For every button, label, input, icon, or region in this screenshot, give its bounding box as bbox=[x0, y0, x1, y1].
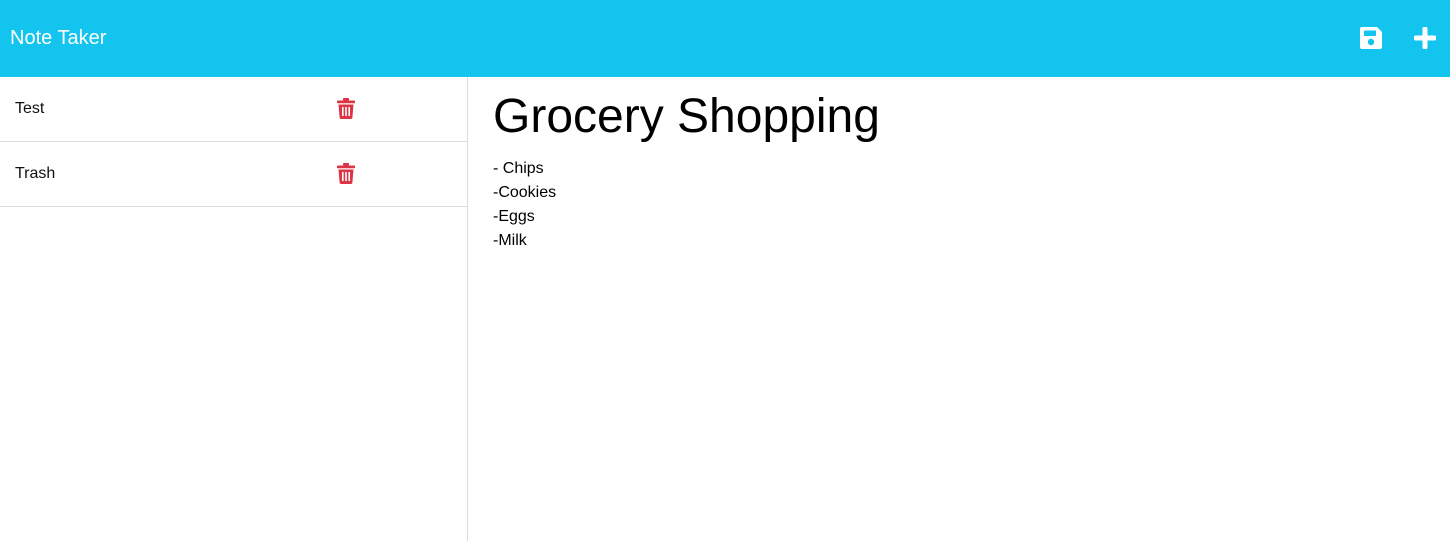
trash-icon bbox=[337, 98, 355, 119]
note-editor: - Chips -Cookies -Eggs -Milk bbox=[468, 77, 1450, 541]
delete-note-button[interactable] bbox=[337, 163, 355, 184]
note-list-item-title[interactable]: Trash bbox=[15, 164, 55, 184]
note-body-textarea[interactable]: - Chips -Cookies -Eggs -Milk bbox=[493, 157, 1423, 527]
plus-icon bbox=[1414, 27, 1436, 49]
note-list-item[interactable]: Trash bbox=[0, 142, 467, 207]
note-title-input[interactable] bbox=[493, 89, 1423, 145]
note-list-item[interactable]: Test bbox=[0, 77, 467, 142]
app-title[interactable]: Note Taker bbox=[10, 25, 106, 51]
note-list: Test Trash bbox=[0, 77, 467, 207]
new-note-icon[interactable] bbox=[1412, 25, 1438, 51]
note-list-panel: Test Trash bbox=[0, 77, 468, 541]
save-note-icon[interactable] bbox=[1358, 25, 1384, 51]
delete-note-button[interactable] bbox=[337, 98, 355, 119]
floppy-disk-icon bbox=[1360, 27, 1382, 49]
trash-icon bbox=[337, 163, 355, 184]
note-list-item-title[interactable]: Test bbox=[15, 99, 44, 119]
navbar: Note Taker bbox=[0, 0, 1450, 77]
